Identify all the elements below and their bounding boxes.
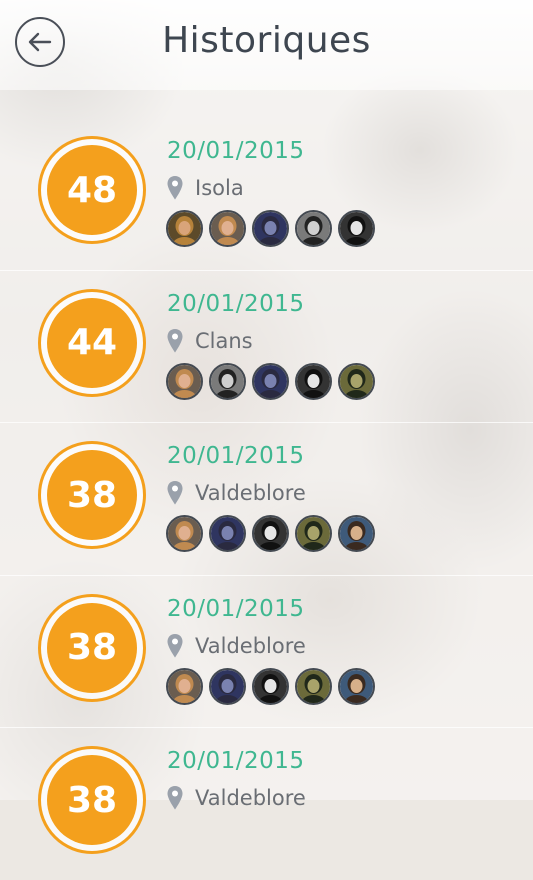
- page-title: Historiques: [162, 20, 371, 61]
- participant-avatar[interactable]: [166, 667, 203, 705]
- score-badge: 38: [38, 593, 146, 702]
- history-list: 48 20/01/2015 Isola 44 20/01/2015 Clans 38 20/0…: [0, 118, 533, 880]
- participants: [166, 515, 375, 552]
- session-date: 20/01/2015: [167, 443, 305, 469]
- history-row[interactable]: 38 20/01/2015 Valdeblore: [0, 423, 533, 576]
- location-name: Clans: [195, 328, 253, 353]
- location-pin-icon: [166, 480, 184, 506]
- location-name: Valdeblore: [195, 633, 306, 658]
- participant-avatar[interactable]: [166, 362, 203, 400]
- participant-avatar[interactable]: [338, 667, 375, 705]
- history-row[interactable]: 38 20/01/2015 Valdeblore: [0, 576, 533, 728]
- participant-avatar[interactable]: [338, 362, 375, 400]
- location: Valdeblore: [166, 479, 306, 507]
- history-row[interactable]: 48 20/01/2015 Isola: [0, 118, 533, 271]
- participant-avatar[interactable]: [209, 210, 246, 247]
- location-name: Isola: [195, 176, 244, 200]
- session-date: 20/01/2015: [167, 138, 305, 164]
- participant-avatar[interactable]: [209, 515, 246, 552]
- participant-avatar[interactable]: [166, 210, 203, 247]
- participants: [166, 362, 375, 400]
- participant-avatar[interactable]: [295, 667, 332, 705]
- location: Valdeblore: [166, 632, 306, 660]
- score-badge: 48: [38, 136, 146, 244]
- location-name: Valdeblore: [195, 786, 306, 810]
- participant-avatar[interactable]: [166, 515, 203, 552]
- location-pin-icon: [166, 328, 184, 354]
- participant-avatar[interactable]: [338, 210, 375, 247]
- app-header: Historiques: [0, 0, 533, 90]
- location-pin-icon: [166, 175, 184, 201]
- location: Isola: [166, 174, 244, 202]
- location: Clans: [166, 327, 253, 355]
- participant-avatar[interactable]: [252, 210, 289, 247]
- participant-avatar[interactable]: [295, 515, 332, 552]
- location-pin-icon: [166, 633, 184, 659]
- score-value: 44: [47, 297, 137, 388]
- participant-avatar[interactable]: [209, 667, 246, 705]
- participants: [166, 210, 375, 247]
- session-date: 20/01/2015: [167, 595, 305, 622]
- participant-avatar[interactable]: [295, 210, 332, 247]
- participant-avatar[interactable]: [209, 362, 246, 400]
- score-value: 38: [47, 755, 137, 845]
- session-date: 20/01/2015: [167, 290, 305, 317]
- history-row[interactable]: 38 20/01/2015 Valdeblore: [0, 728, 533, 880]
- participant-avatar[interactable]: [295, 362, 332, 400]
- participant-avatar[interactable]: [252, 667, 289, 705]
- participant-avatar[interactable]: [252, 362, 289, 400]
- location-name: Valdeblore: [195, 481, 306, 505]
- location: Valdeblore: [166, 784, 306, 812]
- score-badge: 38: [38, 746, 146, 854]
- session-date: 20/01/2015: [167, 748, 305, 774]
- score-badge: 38: [38, 441, 146, 549]
- location-pin-icon: [166, 785, 184, 811]
- history-row[interactable]: 44 20/01/2015 Clans: [0, 271, 533, 423]
- participants: [166, 667, 375, 705]
- participant-avatar[interactable]: [252, 515, 289, 552]
- score-value: 38: [47, 450, 137, 540]
- score-value: 48: [47, 145, 137, 235]
- score-badge: 44: [38, 288, 146, 397]
- participant-avatar[interactable]: [338, 515, 375, 552]
- score-value: 38: [47, 602, 137, 693]
